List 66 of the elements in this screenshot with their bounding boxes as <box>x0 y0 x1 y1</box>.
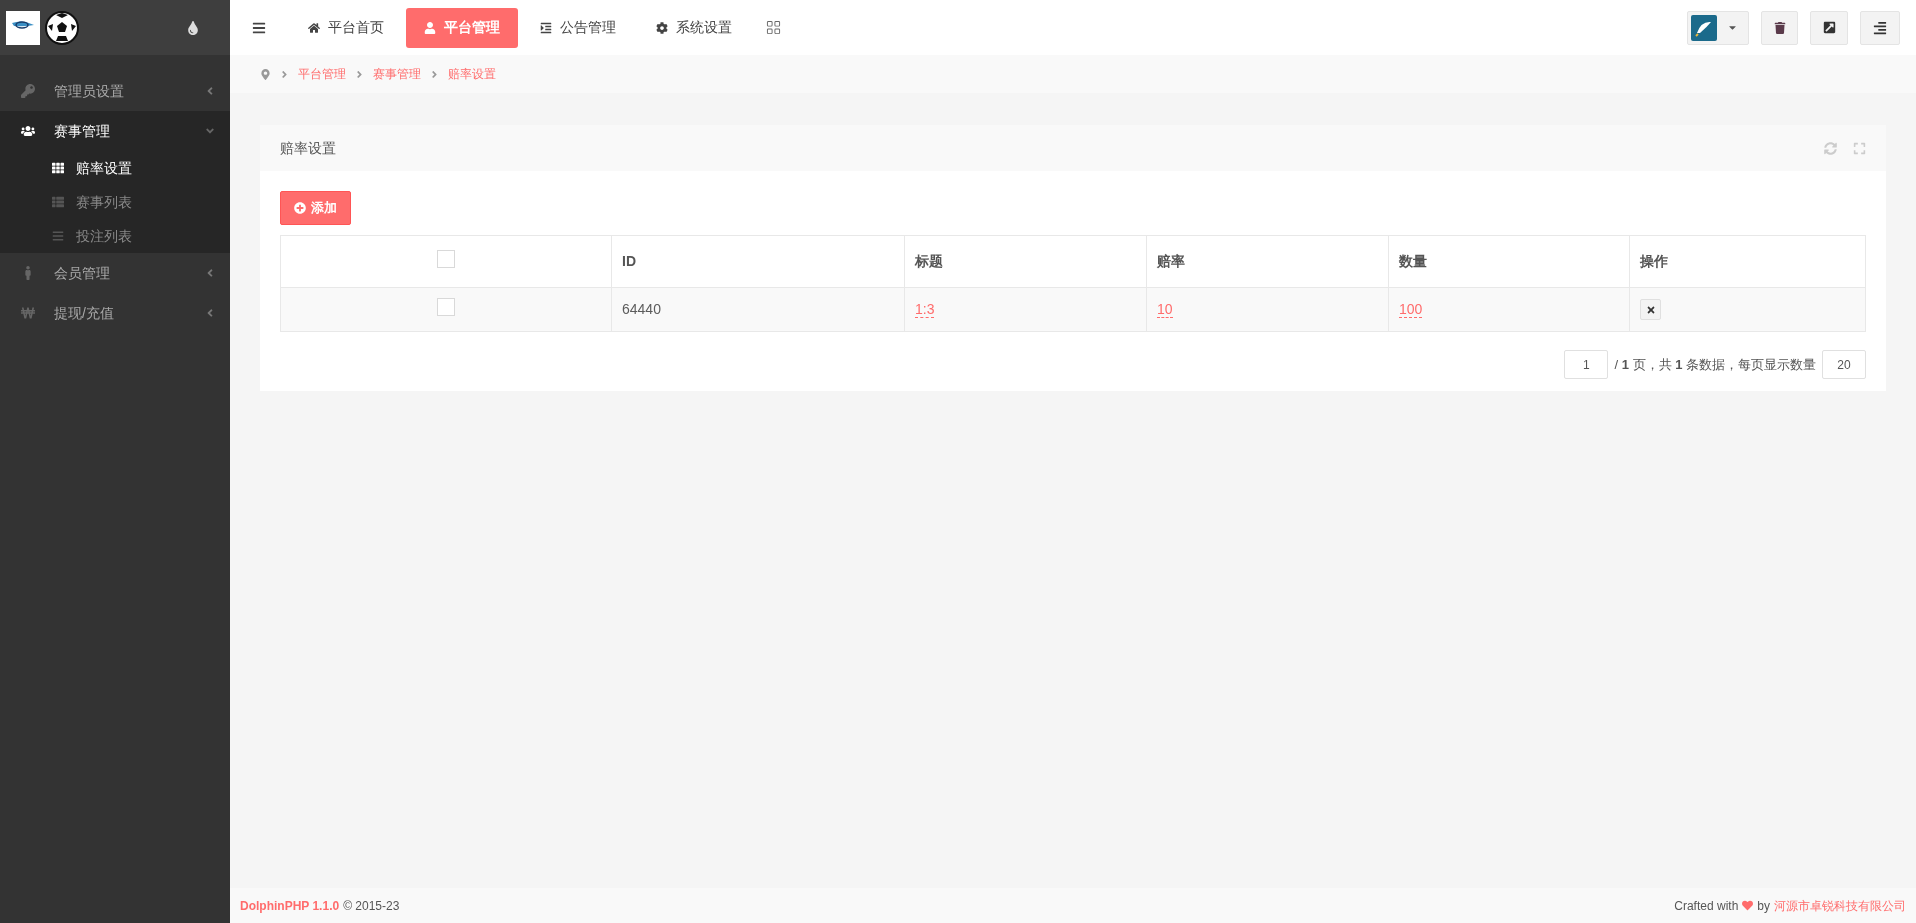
editable-value[interactable]: 1:3 <box>915 301 935 318</box>
home-icon <box>308 21 320 34</box>
chevron-right-icon <box>429 68 440 80</box>
column-header: ID <box>611 235 905 288</box>
list-icon <box>52 230 64 242</box>
sidebar-submenu-item[interactable]: 赔率设置 <box>0 151 230 185</box>
company-link[interactable]: 河源市卓锐科技有限公司 <box>1774 896 1906 915</box>
breadcrumb-link[interactable]: 平台管理 <box>298 65 346 83</box>
table-cell: 64440 <box>611 287 905 332</box>
sidebar-menu-item[interactable]: 会员管理 <box>0 253 230 293</box>
sidebar-menu-item[interactable]: 提现/充值 <box>0 293 230 333</box>
add-button[interactable]: 添加 <box>280 191 351 225</box>
key-icon <box>21 84 35 98</box>
column-header: 标题 <box>904 235 1147 288</box>
trash-icon <box>1773 21 1786 34</box>
nav-tab[interactable]: 公告管理 <box>522 7 634 48</box>
won-icon <box>21 306 35 320</box>
logo-icon <box>6 10 40 45</box>
checkbox[interactable] <box>437 249 455 268</box>
clear-cache-button[interactable] <box>1761 10 1798 45</box>
sidebar-menu-item[interactable]: 管理员设置 <box>0 71 230 111</box>
sidebar-submenu-item[interactable]: 赛事列表 <box>0 185 230 219</box>
checkbox[interactable] <box>437 297 455 316</box>
by-text: by <box>1757 897 1770 915</box>
column-header: 操作 <box>1629 235 1866 288</box>
location-icon <box>260 68 271 80</box>
heart-icon <box>1742 900 1754 911</box>
user-icon <box>424 21 436 34</box>
apps-grid-icon[interactable] <box>766 20 781 35</box>
sidebar-menu-item[interactable]: 赛事管理 <box>0 111 230 151</box>
list-icon <box>1873 20 1887 35</box>
panel-title: 赔率设置 <box>280 138 337 158</box>
breadcrumb-link[interactable]: 赔率设置 <box>448 65 496 83</box>
nav-tab[interactable]: 系统设置 <box>638 7 750 48</box>
list-icon <box>52 196 64 208</box>
editable-value[interactable]: 10 <box>1157 301 1173 318</box>
close-icon <box>1645 304 1656 315</box>
plus-icon <box>294 202 306 214</box>
editable-value[interactable]: 100 <box>1399 301 1423 318</box>
pagination-summary: / 1 页，共 1 条数据，每页显示数量 <box>1614 355 1816 374</box>
brand-name: DolphinPHP 1.1.0 <box>240 897 340 915</box>
side-panel-button[interactable] <box>1860 10 1900 45</box>
page-input[interactable]: 1 <box>1564 350 1609 379</box>
avatar-icon <box>1691 14 1717 41</box>
grid-icon <box>52 162 64 174</box>
indent-icon <box>540 21 552 34</box>
chevron-right-icon <box>279 68 290 80</box>
external-link-button[interactable] <box>1810 10 1848 45</box>
sidebar-submenu-item[interactable]: 投注列表 <box>0 219 230 253</box>
column-header: 数量 <box>1388 235 1630 288</box>
settings-icon <box>656 21 668 34</box>
crafted-text: Crafted with <box>1674 897 1739 915</box>
per-page-input[interactable]: 20 <box>1822 350 1866 379</box>
chevron-right-icon <box>354 68 365 80</box>
breadcrumb-link[interactable]: 赛事管理 <box>373 65 421 83</box>
user-menu-button[interactable] <box>1687 10 1749 45</box>
nav-tab[interactable]: 平台管理 <box>406 7 518 48</box>
football-icon <box>44 9 80 46</box>
users-icon <box>21 124 35 138</box>
menu-icon[interactable] <box>252 20 266 35</box>
column-header: 赔率 <box>1146 235 1389 288</box>
external-link-icon <box>1822 21 1836 34</box>
delete-button[interactable] <box>1640 299 1661 320</box>
nav-tab[interactable]: 平台首页 <box>290 7 402 48</box>
theme-icon[interactable] <box>186 20 200 35</box>
copyright-text: © 2015-23 <box>343 897 400 915</box>
